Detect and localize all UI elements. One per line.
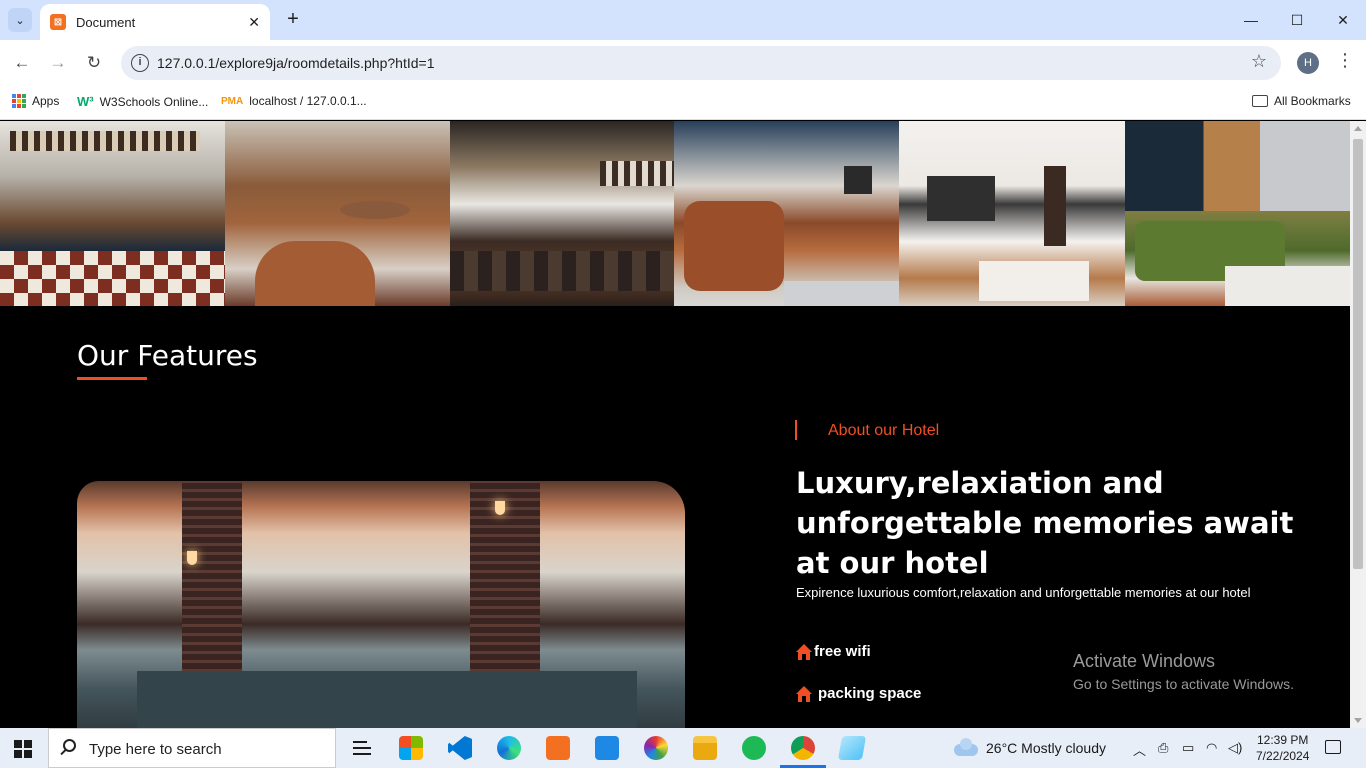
- gallery-image-dining-room: [450, 121, 674, 306]
- battery-icon[interactable]: ▭: [1182, 740, 1194, 756]
- home-icon: [796, 643, 812, 660]
- hotel-description: Expirence luxurious comfort,relaxation a…: [796, 585, 1251, 600]
- task-view-icon[interactable]: [350, 736, 374, 760]
- search-icon: [63, 739, 76, 752]
- features-heading: Our Features: [77, 339, 258, 372]
- browser-toolbar: ← → ↻ i 127.0.0.1/explore9ja/roomdetails…: [0, 40, 1366, 86]
- profile-avatar[interactable]: H: [1297, 52, 1319, 74]
- spotify-icon[interactable]: [742, 736, 766, 760]
- scroll-thumb[interactable]: [1353, 139, 1363, 569]
- windows-taskbar: Type here to search 26°C Mostly cloudy ︿…: [0, 728, 1366, 768]
- mail-icon[interactable]: [595, 736, 619, 760]
- microsoft-store-icon[interactable]: [399, 736, 423, 760]
- reload-button[interactable]: ↻: [82, 51, 106, 75]
- windows-start-icon[interactable]: [14, 740, 32, 758]
- vscode-icon[interactable]: [448, 736, 472, 760]
- minimize-button[interactable]: —: [1228, 8, 1274, 32]
- scroll-down-arrow-icon[interactable]: [1354, 718, 1362, 723]
- hotel-kitchen-image: [77, 481, 685, 728]
- edge-icon[interactable]: [497, 736, 521, 760]
- feature-item-parking: packing space: [796, 685, 921, 702]
- room-gallery: [0, 121, 1350, 306]
- browser-tab[interactable]: ⊠ Document ✕: [40, 4, 270, 40]
- wall-lamp: [187, 551, 197, 565]
- address-bar[interactable]: i 127.0.0.1/explore9ja/roomdetails.php?h…: [121, 46, 1281, 80]
- system-clock[interactable]: 12:39 PM 7/22/2024: [1256, 732, 1309, 764]
- xampp-icon[interactable]: [546, 736, 570, 760]
- feature-label: packing space: [818, 685, 922, 702]
- activate-windows-watermark: Activate Windows Go to Settings to activ…: [1073, 651, 1294, 692]
- folder-icon: [1252, 95, 1268, 107]
- kitchen-counter: [137, 671, 637, 728]
- about-label: About our Hotel: [828, 422, 940, 439]
- all-bookmarks-button[interactable]: All Bookmarks: [1252, 94, 1351, 108]
- close-window-button[interactable]: ✕: [1320, 8, 1366, 32]
- page-scrollbar[interactable]: [1350, 121, 1366, 728]
- wifi-icon[interactable]: ◠: [1206, 740, 1217, 756]
- bookmark-localhost[interactable]: PMA localhost / 127.0.0.1...: [221, 94, 367, 108]
- notifications-icon[interactable]: [1325, 740, 1341, 754]
- maximize-button[interactable]: ☐: [1274, 8, 1320, 32]
- bookmark-label: W3Schools Online...: [99, 94, 209, 109]
- file-explorer-icon[interactable]: [693, 736, 717, 760]
- clock-time: 12:39 PM: [1257, 733, 1309, 747]
- paint-icon[interactable]: [644, 736, 668, 760]
- show-hidden-icons-icon[interactable]: ︿: [1133, 740, 1146, 759]
- bookmark-label: localhost / 127.0.0.1...: [249, 94, 367, 108]
- about-accent-bar: [795, 420, 797, 440]
- tab-search-button[interactable]: ⌄: [8, 8, 32, 32]
- wall-lamp: [495, 501, 505, 515]
- volume-icon[interactable]: ◁): [1228, 740, 1242, 756]
- feature-item-wifi: free wifi: [796, 643, 871, 660]
- app-icon[interactable]: [837, 736, 867, 760]
- chrome-icon[interactable]: [791, 736, 815, 760]
- bookmark-apps[interactable]: Apps: [12, 94, 59, 108]
- watermark-title: Activate Windows: [1073, 651, 1216, 671]
- bookmarks-bar: Apps W³ W3Schools Online... PMA localhos…: [0, 86, 1366, 120]
- clock-date: 7/22/2024: [1256, 749, 1310, 763]
- phpmyadmin-icon: PMA: [221, 95, 244, 107]
- w3schools-icon: W³: [77, 94, 94, 109]
- tab-title: Document: [76, 14, 136, 30]
- forward-button[interactable]: →: [46, 51, 70, 75]
- gallery-image-green-sofa: [1125, 121, 1350, 306]
- tab-close-icon[interactable]: ✕: [248, 14, 260, 31]
- gallery-image-lounge-booth: [225, 121, 450, 306]
- bookmark-star-icon[interactable]: ☆: [1251, 51, 1267, 72]
- bookmark-label: Apps: [32, 94, 60, 108]
- taskbar-search-box[interactable]: Type here to search: [48, 728, 336, 768]
- scroll-up-arrow-icon[interactable]: [1354, 126, 1362, 131]
- watermark-subtitle: Go to Settings to activate Windows.: [1073, 676, 1294, 692]
- browser-tab-bar: ⌄ ⊠ Document ✕ + — ☐ ✕: [0, 0, 1366, 40]
- all-bookmarks-label: All Bookmarks: [1274, 94, 1351, 108]
- xampp-favicon-icon: ⊠: [50, 14, 66, 30]
- feature-label: free wifi: [814, 643, 871, 660]
- cloud-weather-icon[interactable]: [954, 738, 978, 756]
- gallery-image-leather-armchair: [674, 121, 899, 306]
- search-placeholder[interactable]: Type here to search: [89, 741, 222, 758]
- new-tab-button[interactable]: +: [283, 8, 303, 32]
- url-text[interactable]: 127.0.0.1/explore9ja/roomdetails.php?htI…: [157, 55, 434, 71]
- meet-now-icon[interactable]: ⎙: [1158, 740, 1168, 756]
- bookmark-w3schools[interactable]: W³ W3Schools Online...: [77, 94, 208, 109]
- features-underline: [77, 377, 147, 380]
- hotel-headline: Luxury,relaxiation and unforgettable mem…: [796, 466, 1294, 580]
- browser-menu-icon[interactable]: ⋮: [1336, 50, 1354, 71]
- gallery-image-living-room-tv: [899, 121, 1125, 306]
- back-button[interactable]: ←: [10, 51, 34, 75]
- home-icon: [796, 685, 812, 702]
- gallery-image-restaurant-terrace: [0, 121, 225, 306]
- weather-text[interactable]: 26°C Mostly cloudy: [986, 740, 1106, 756]
- site-info-icon[interactable]: i: [131, 54, 149, 72]
- apps-grid-icon: [12, 94, 26, 108]
- page-content: Our Features About our Hotel Luxury,rela…: [0, 121, 1350, 728]
